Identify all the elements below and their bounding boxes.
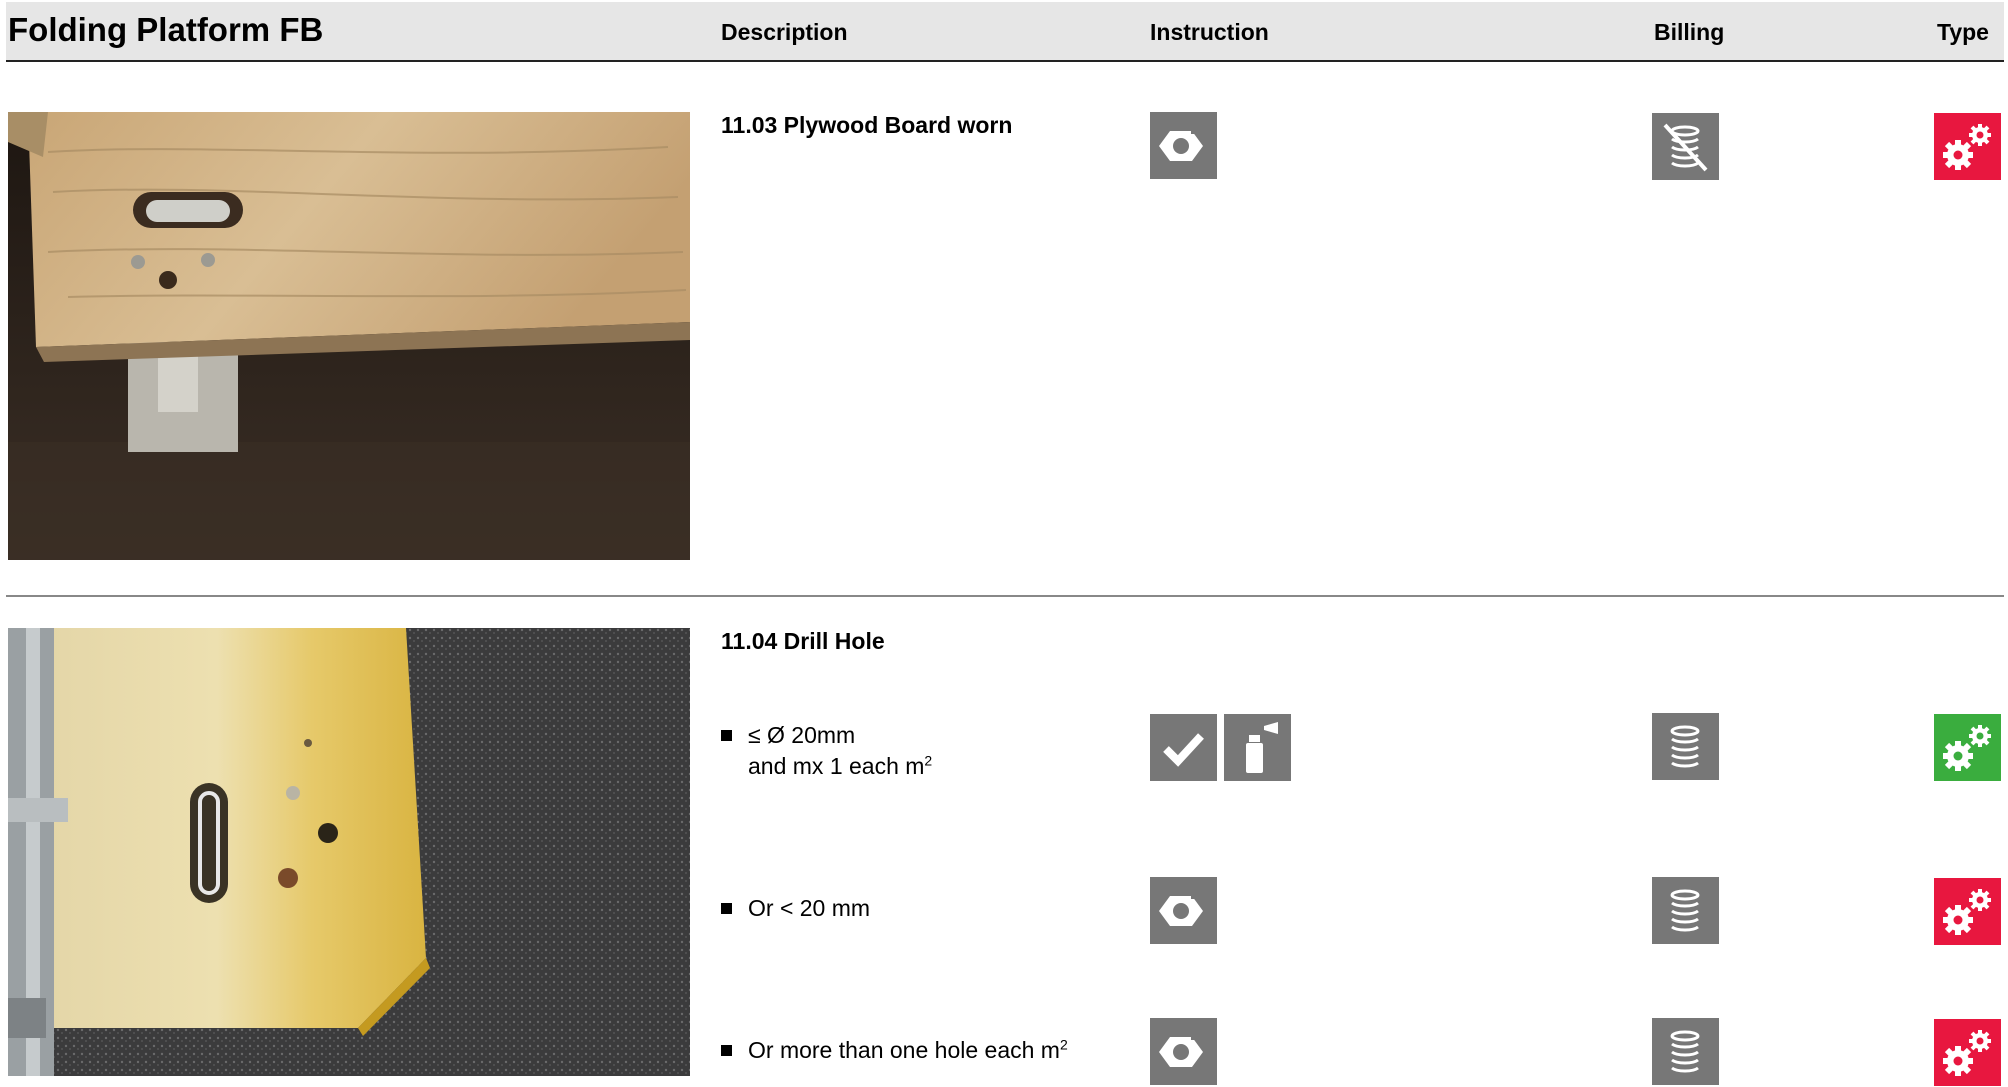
billing-coin-stack-icon bbox=[1652, 877, 1719, 944]
instruction-hex-nut-icon bbox=[1150, 877, 1217, 944]
condition-text: ≤ Ø 20mm bbox=[748, 722, 856, 748]
section-title-plywood-board-worn: 11.03 Plywood Board worn bbox=[721, 112, 1013, 138]
section-divider bbox=[6, 595, 2004, 597]
billing-coin-stack-icon bbox=[1652, 1018, 1719, 1085]
instruction-checkmark-icon bbox=[1150, 714, 1217, 781]
table-header: Folding Platform FB Description Instruct… bbox=[6, 2, 2004, 62]
type-gears-icon-red bbox=[1934, 878, 2001, 945]
section-title-drill-hole: 11.04 Drill Hole bbox=[721, 628, 885, 654]
type-gears-icon-green bbox=[1934, 714, 2001, 781]
bullet-marker bbox=[721, 730, 732, 741]
photo-drill-hole-board bbox=[8, 628, 690, 1076]
column-header-description: Description bbox=[721, 19, 848, 45]
type-gears-icon-red bbox=[1934, 1019, 2001, 1086]
bullet-marker bbox=[721, 1045, 732, 1056]
billing-no-billing-icon bbox=[1652, 113, 1719, 180]
photo-worn-plywood-board bbox=[8, 112, 690, 560]
condition-text-line2: and mx 1 each m bbox=[748, 753, 925, 779]
instruction-hex-nut-icon bbox=[1150, 112, 1217, 179]
column-header-billing: Billing bbox=[1654, 19, 1725, 45]
condition-text: Or more than one hole each m bbox=[748, 1037, 1060, 1063]
bullet-marker bbox=[721, 903, 732, 914]
condition-text: Or < 20 mm bbox=[748, 895, 871, 921]
column-header-instruction: Instruction bbox=[1150, 19, 1269, 45]
instruction-hex-nut-icon bbox=[1150, 1018, 1217, 1085]
type-gears-icon-red bbox=[1934, 113, 2001, 180]
superscript-2: 2 bbox=[1059, 1036, 1068, 1053]
billing-coin-stack-icon bbox=[1652, 713, 1719, 780]
page-title: Folding Platform FB bbox=[8, 11, 324, 48]
superscript-2: 2 bbox=[924, 752, 933, 769]
column-header-type: Type bbox=[1937, 19, 1989, 45]
instruction-spray-can-icon bbox=[1224, 714, 1291, 781]
